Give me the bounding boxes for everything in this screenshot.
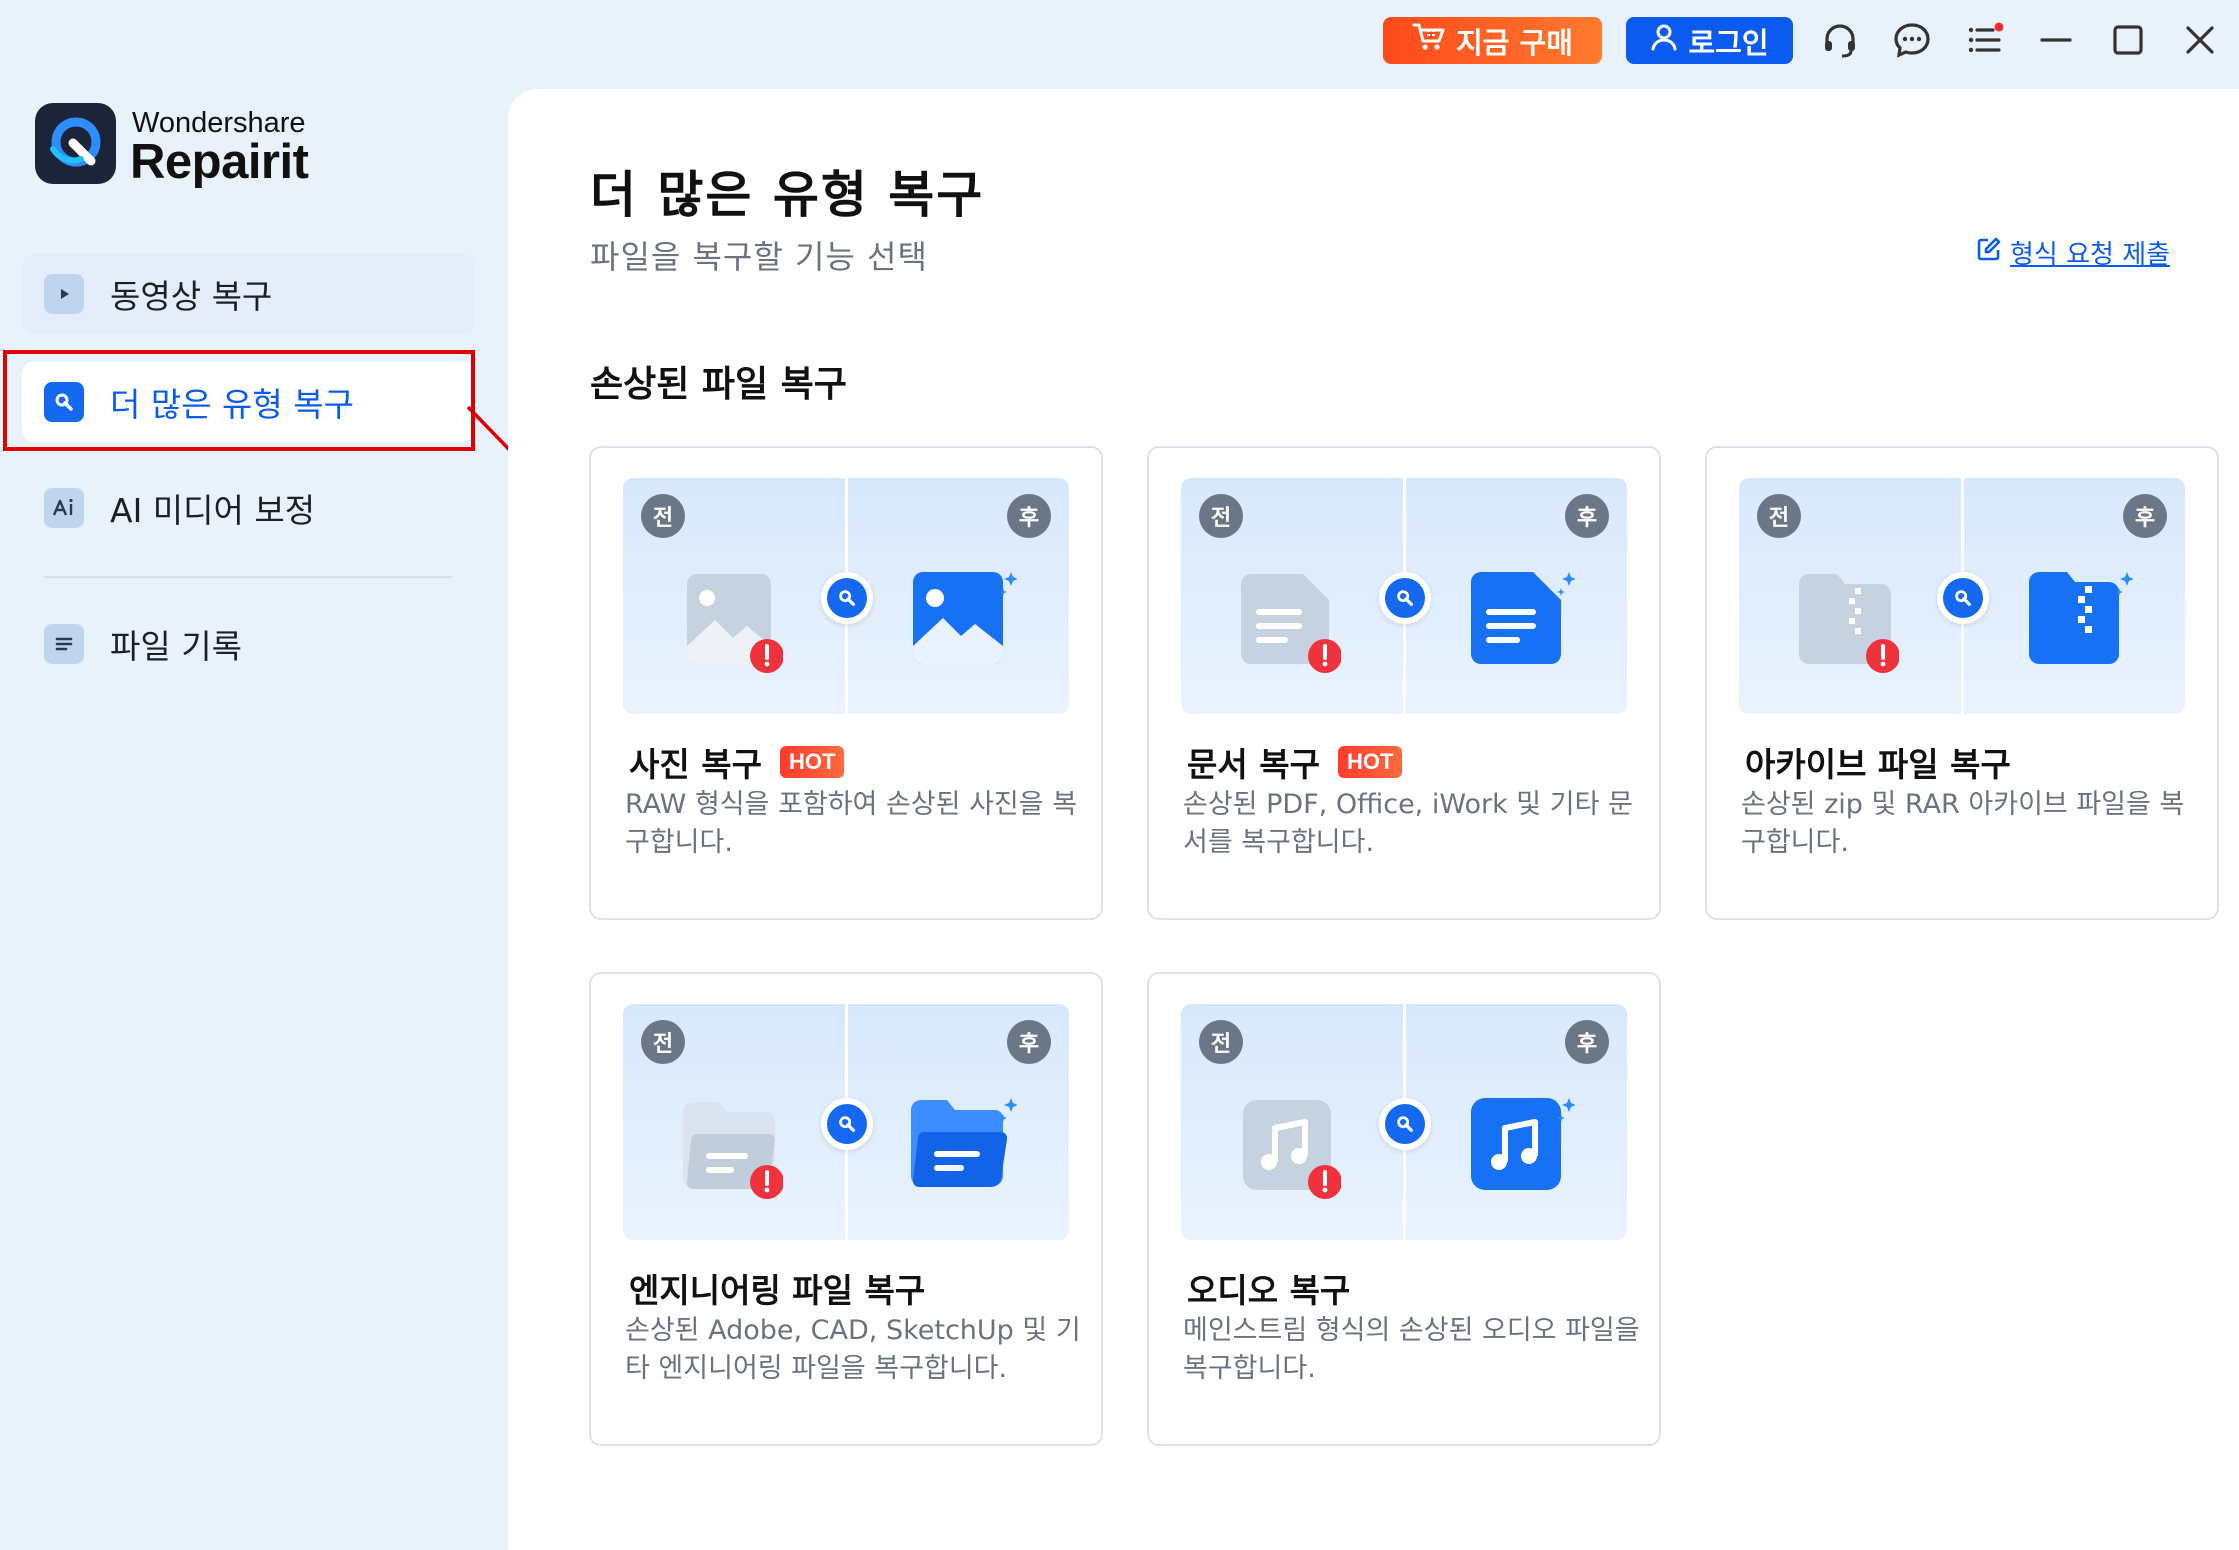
sidebar-divider (44, 576, 452, 578)
after-badge: 후 (1565, 1020, 1609, 1064)
list-icon (44, 624, 84, 664)
buy-now-label: 지금 구매 (1456, 25, 1573, 60)
sidebar-item-video-repair[interactable]: 동영상 복구 (22, 254, 475, 334)
photo-icon (913, 572, 1017, 664)
card-description: 손상된 Adobe, CAD, SketchUp 및 기타 엔지니어링 파일을 … (625, 1315, 1081, 1384)
before-badge: 전 (1199, 494, 1243, 538)
engineering-folder-icon (911, 1098, 1017, 1188)
support-headset-icon[interactable] (1818, 18, 1862, 62)
page-title: 더 많은 유형 복구 (590, 166, 985, 224)
before-badge: 전 (641, 494, 685, 538)
card-description: 손상된 PDF, Office, iWork 및 기타 문서를 복구합니다. (1183, 789, 1633, 858)
edit-icon (1976, 236, 2002, 269)
close-icon[interactable] (2178, 18, 2222, 62)
user-icon (1650, 23, 1678, 58)
before-badge: 전 (641, 1020, 685, 1064)
card-preview: 전 후 (623, 1004, 1069, 1240)
card-document-repair[interactable]: 전 후 문서 복구 HOT 손상된 PDF, Office, iWork 및 기… (1147, 446, 1661, 920)
after-badge: 후 (1565, 494, 1609, 538)
broken-archive-icon (1799, 574, 1899, 673)
card-engineering-repair[interactable]: 전 후 엔지니어링 파일 복구 손상된 Adobe, CAD, SketchUp… (589, 972, 1103, 1446)
broken-folder-icon (683, 1102, 783, 1199)
repairit-logo-icon (35, 103, 116, 184)
highlight-box (3, 350, 475, 451)
minimize-icon[interactable] (2034, 18, 2078, 62)
sidebar-item-label: AI 미디어 보정 (110, 491, 316, 530)
card-preview: 전 후 (1181, 478, 1627, 714)
broken-audio-icon (1243, 1100, 1341, 1199)
hot-badge: HOT (779, 746, 845, 778)
sidebar-item-ai-media[interactable]: AI 미디어 보정 (22, 468, 475, 548)
repair-wrench-icon (821, 1098, 873, 1150)
title-bar: 지금 구매 로그인 (0, 0, 2239, 84)
card-preview: 전 후 (623, 478, 1069, 714)
card-title: 오디오 복구 (1187, 1271, 1351, 1310)
after-badge: 후 (2123, 494, 2167, 538)
before-badge: 전 (1199, 1020, 1243, 1064)
hot-badge: HOT (1337, 746, 1403, 778)
page-subtitle: 파일을 복구할 기능 선택 (590, 238, 928, 276)
card-description: 메인스트림 형식의 손상된 오디오 파일을 복구합니다. (1183, 1315, 1640, 1384)
audio-icon (1471, 1098, 1575, 1190)
menu-list-icon[interactable] (1962, 18, 2006, 62)
broken-document-icon (1241, 574, 1341, 673)
card-preview: 전 후 (1739, 478, 2185, 714)
ai-icon (44, 488, 84, 528)
card-title: 엔지니어링 파일 복구 (629, 1271, 926, 1310)
card-preview: 전 후 (1181, 1004, 1627, 1240)
section-title: 손상된 파일 복구 (590, 364, 847, 405)
card-title: 사진 복구 HOT (629, 738, 845, 786)
format-request-link[interactable]: 형식 요청 제출 (1976, 234, 2170, 271)
document-icon (1471, 572, 1575, 664)
maximize-icon[interactable] (2106, 18, 2150, 62)
card-description: RAW 형식을 포함하여 손상된 사진을 복구합니다. (625, 789, 1078, 858)
login-button[interactable]: 로그인 (1626, 17, 1793, 64)
format-request-label: 형식 요청 제출 (2010, 240, 2171, 270)
card-description: 손상된 zip 및 RAR 아카이브 파일을 복구합니다. (1741, 789, 2185, 858)
cart-icon (1412, 22, 1446, 59)
brand-name: Repairit (130, 135, 309, 189)
after-badge: 후 (1007, 1020, 1051, 1064)
sidebar-item-label: 파일 기록 (110, 627, 242, 666)
repair-wrench-icon (821, 572, 873, 624)
card-audio-repair[interactable]: 전 후 오디오 복구 메인스트림 형식의 손상된 오디오 파일을 복구합니다. (1147, 972, 1661, 1446)
archive-icon (2029, 572, 2133, 664)
card-archive-repair[interactable]: 전 후 아카이브 파일 복구 손상된 zip 및 RAR 아카이브 파일을 복구… (1705, 446, 2219, 920)
play-icon (44, 274, 84, 314)
sidebar-item-label: 동영상 복구 (110, 277, 273, 316)
card-title: 아카이브 파일 복구 (1745, 745, 2011, 784)
card-photo-repair[interactable]: 전 후 사진 복구 HOT RAW 형식을 포함하여 손상된 사진을 복구합니다… (589, 446, 1103, 920)
buy-now-button[interactable]: 지금 구매 (1383, 17, 1602, 64)
before-badge: 전 (1757, 494, 1801, 538)
repair-wrench-icon (1937, 572, 1989, 624)
sidebar-item-file-history[interactable]: 파일 기록 (22, 604, 475, 684)
card-title: 문서 복구 HOT (1187, 738, 1403, 786)
broken-photo-icon (687, 574, 783, 673)
app-logo: Wondershare Repairit (35, 103, 335, 189)
login-label: 로그인 (1688, 25, 1769, 60)
repair-wrench-icon (1379, 1098, 1431, 1150)
repair-wrench-icon (1379, 572, 1431, 624)
after-badge: 후 (1007, 494, 1051, 538)
feedback-chat-icon[interactable] (1890, 18, 1934, 62)
